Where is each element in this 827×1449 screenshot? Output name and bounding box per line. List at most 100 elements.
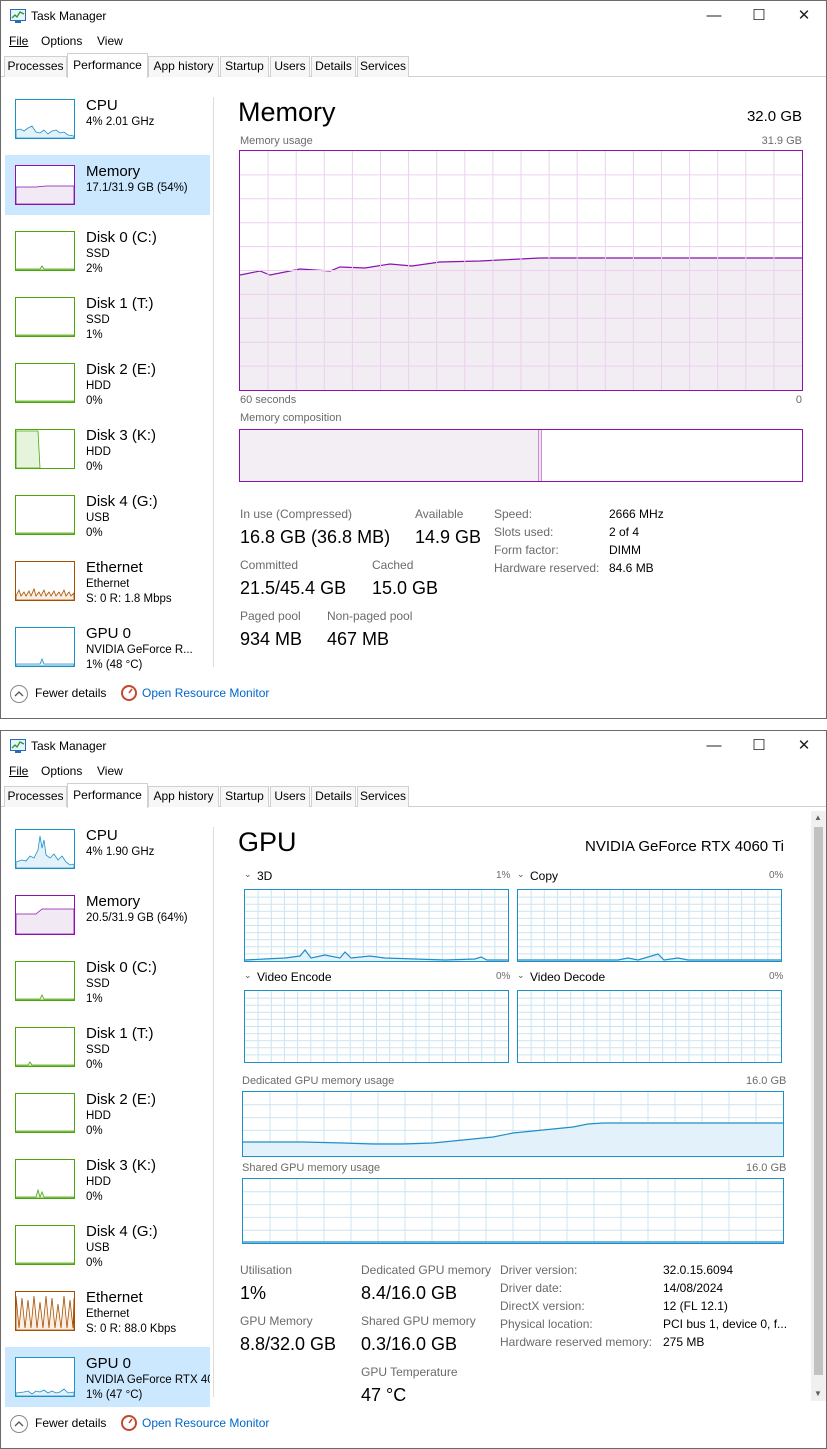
memory-composition-label: Memory composition bbox=[240, 412, 342, 424]
engine-video-encode-pct: 0% bbox=[496, 971, 511, 982]
tab-startup[interactable]: Startup bbox=[220, 56, 269, 77]
sidebar-item-cpu[interactable]: CPU 4% 2.01 GHz bbox=[5, 89, 210, 149]
tab-services[interactable]: Services bbox=[357, 56, 409, 77]
sidebar-item-detail: 4% 1.90 GHz bbox=[86, 846, 155, 858]
vertical-scrollbar[interactable]: ▲ ▼ bbox=[811, 811, 826, 1401]
close-button[interactable]: ✕ bbox=[781, 731, 826, 761]
thumbnail-graph-svg bbox=[16, 1262, 74, 1264]
tab-details[interactable]: Details bbox=[311, 56, 356, 77]
sidebar-item-detail: SSD bbox=[86, 978, 110, 990]
menu-options[interactable]: Options bbox=[41, 764, 82, 778]
maximize-button[interactable]: ☐ bbox=[736, 731, 782, 761]
scrollbar-thumb[interactable] bbox=[814, 827, 823, 1375]
sidebar-item-disk-2[interactable]: Disk 2 (E:) HDD 0% bbox=[5, 353, 210, 413]
resource-monitor-icon[interactable] bbox=[121, 1415, 137, 1431]
composition-modified bbox=[538, 430, 542, 481]
menu-file[interactable]: File bbox=[9, 764, 28, 778]
tab-details[interactable]: Details bbox=[311, 786, 356, 807]
sidebar-item-stat: 0% bbox=[86, 1125, 103, 1137]
minimize-button[interactable]: — bbox=[691, 1, 737, 31]
thumbnail-graph-svg bbox=[16, 835, 74, 868]
sidebar-item-disk-3[interactable]: Disk 3 (K:) HDD 0% bbox=[5, 1149, 210, 1209]
footer: Fewer details Open Resource Monitor bbox=[1, 678, 826, 708]
minimize-button[interactable]: — bbox=[691, 731, 737, 761]
sidebar-item-name: Disk 2 (E:) bbox=[86, 1091, 157, 1108]
engine-video-encode-label[interactable]: Video Encode bbox=[257, 970, 332, 984]
sidebar-item-memory[interactable]: Memory 20.5/31.9 GB (64%) bbox=[5, 885, 210, 945]
fewer-details-link[interactable]: Fewer details bbox=[35, 1416, 106, 1430]
sidebar-item-ethernet[interactable]: Ethernet Ethernet S: 0 R: 1.8 Mbps bbox=[5, 551, 210, 611]
sidebar-thumbnail-graph bbox=[15, 627, 75, 667]
resource-monitor-icon[interactable] bbox=[121, 685, 137, 701]
engine-video-encode-graph-svg bbox=[245, 991, 508, 1062]
sidebar-item-disk-3[interactable]: Disk 3 (K:) HDD 0% bbox=[5, 419, 210, 479]
tab-app-history[interactable]: App history bbox=[148, 56, 219, 77]
thumbnail-graph-svg bbox=[16, 1130, 74, 1132]
chevron-down-icon[interactable]: ⌄ bbox=[244, 970, 252, 981]
menu-file[interactable]: File bbox=[9, 34, 28, 48]
thumbnail-graph-line bbox=[16, 908, 74, 934]
thumbnail-graph-svg bbox=[16, 657, 74, 666]
chevron-up-icon[interactable] bbox=[10, 685, 28, 703]
title-bar[interactable]: Task Manager — ☐ ✕ bbox=[1, 731, 826, 761]
thumbnail-graph-line bbox=[16, 1295, 74, 1330]
sidebar-item-disk-1[interactable]: Disk 1 (T:) SSD 1% bbox=[5, 287, 210, 347]
scroll-down-icon[interactable]: ▼ bbox=[814, 1389, 822, 1398]
sidebar-item-stat: 0% bbox=[86, 1191, 103, 1203]
thumbnail-graph-svg bbox=[16, 125, 74, 138]
tab-processes[interactable]: Processes bbox=[4, 56, 67, 77]
sidebar-item-detail: Ethernet bbox=[86, 578, 130, 590]
sidebar-item-ethernet[interactable]: Ethernet Ethernet S: 0 R: 88.0 Kbps bbox=[5, 1281, 210, 1341]
engine-3d-label[interactable]: 3D bbox=[257, 869, 272, 883]
sidebar-thumbnail-graph bbox=[15, 1093, 75, 1133]
tab-users[interactable]: Users bbox=[270, 786, 310, 807]
sidebar-item-gpu[interactable]: GPU 0 NVIDIA GeForce RTX 4060 Ti 1% (47 °C… bbox=[5, 1347, 210, 1407]
dedicated-gpu-memory-label: Dedicated GPU memory bbox=[361, 1263, 492, 1277]
composition-in-use bbox=[240, 430, 538, 481]
title-bar[interactable]: Task Manager — ☐ ✕ bbox=[1, 1, 826, 31]
dedicated-memory-max: 16.0 GB bbox=[746, 1075, 787, 1087]
menu-view[interactable]: View bbox=[97, 34, 123, 48]
sidebar-item-disk-4[interactable]: Disk 4 (G:) USB 0% bbox=[5, 1215, 210, 1275]
tab-processes[interactable]: Processes bbox=[4, 786, 67, 807]
menu-view[interactable]: View bbox=[97, 764, 123, 778]
sidebar-item-detail: USB bbox=[86, 1242, 110, 1254]
chevron-down-icon[interactable]: ⌄ bbox=[517, 970, 525, 981]
sidebar-item-disk-0[interactable]: Disk 0 (C:) SSD 2% bbox=[5, 221, 210, 281]
fewer-details-link[interactable]: Fewer details bbox=[35, 686, 106, 700]
tab-performance[interactable]: Performance bbox=[67, 53, 148, 78]
open-resource-monitor-link[interactable]: Open Resource Monitor bbox=[142, 1416, 269, 1430]
tab-performance[interactable]: Performance bbox=[67, 783, 148, 808]
form-factor-value: DIMM bbox=[609, 543, 641, 557]
tab-users[interactable]: Users bbox=[270, 56, 310, 77]
open-resource-monitor-link[interactable]: Open Resource Monitor bbox=[142, 686, 269, 700]
maximize-button[interactable]: ☐ bbox=[736, 1, 782, 31]
scroll-up-icon[interactable]: ▲ bbox=[814, 813, 822, 822]
sidebar-item-disk-1[interactable]: Disk 1 (T:) SSD 0% bbox=[5, 1017, 210, 1077]
tab-startup[interactable]: Startup bbox=[220, 786, 269, 807]
dedicated-memory-graph-svg bbox=[243, 1092, 783, 1156]
sidebar-item-disk-0[interactable]: Disk 0 (C:) SSD 1% bbox=[5, 951, 210, 1011]
memory-usage-graph-svg bbox=[240, 151, 802, 390]
engine-3d-pct: 1% bbox=[496, 870, 511, 881]
sidebar-item-name: Disk 4 (G:) bbox=[86, 493, 158, 510]
sidebar-item-disk-2[interactable]: Disk 2 (E:) HDD 0% bbox=[5, 1083, 210, 1143]
speed-value: 2666 MHz bbox=[609, 507, 664, 521]
close-button[interactable]: ✕ bbox=[781, 1, 826, 31]
chevron-down-icon[interactable]: ⌄ bbox=[517, 869, 525, 880]
sidebar-item-gpu[interactable]: GPU 0 NVIDIA GeForce R... 1% (48 °C) bbox=[5, 617, 210, 677]
chevron-up-icon[interactable] bbox=[10, 1415, 28, 1433]
menu-options[interactable]: Options bbox=[41, 34, 82, 48]
sidebar-item-cpu[interactable]: CPU 4% 1.90 GHz bbox=[5, 819, 210, 879]
chevron-down-icon[interactable]: ⌄ bbox=[244, 869, 252, 880]
tab-services[interactable]: Services bbox=[357, 786, 409, 807]
footer: Fewer details Open Resource Monitor bbox=[1, 1408, 826, 1438]
tab-app-history[interactable]: App history bbox=[148, 786, 219, 807]
committed-value: 21.5/45.4 GB bbox=[240, 578, 347, 598]
sidebar-item-name: Disk 0 (C:) bbox=[86, 229, 157, 246]
engine-video-decode-label[interactable]: Video Decode bbox=[530, 970, 605, 984]
hw-reserved-memory-label: Hardware reserved memory: bbox=[500, 1335, 653, 1349]
sidebar-item-disk-4[interactable]: Disk 4 (G:) USB 0% bbox=[5, 485, 210, 545]
engine-copy-label[interactable]: Copy bbox=[530, 869, 558, 883]
sidebar-item-memory[interactable]: Memory 17.1/31.9 GB (54%) bbox=[5, 155, 210, 215]
